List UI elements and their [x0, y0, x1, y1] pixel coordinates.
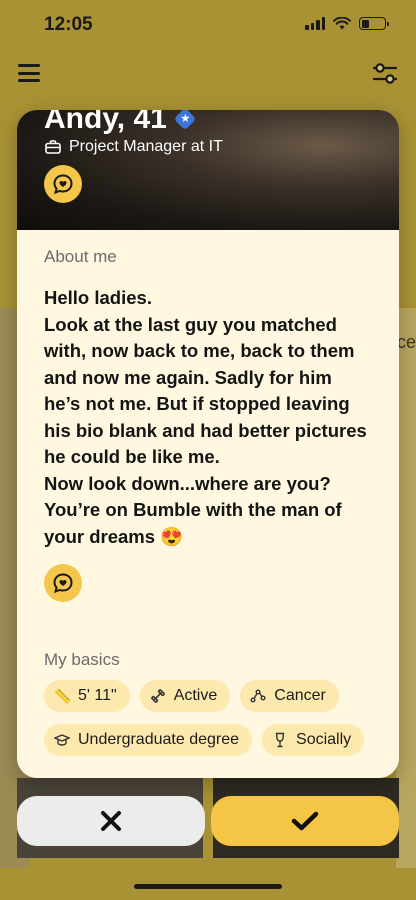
- status-time: 12:05: [44, 14, 93, 35]
- basic-chip-education: Undergraduate degree: [44, 724, 253, 756]
- dumbbell-icon: [150, 689, 165, 703]
- basic-chip-zodiac: Cancer: [240, 680, 339, 712]
- checkmark-icon: [291, 811, 319, 831]
- pass-button[interactable]: [17, 796, 205, 846]
- battery-icon: [359, 17, 389, 30]
- chip-label: 5' 11": [78, 687, 117, 704]
- compliment-bio-button[interactable]: [44, 564, 82, 602]
- compliment-heart-icon: [53, 174, 73, 195]
- ruler-icon: 📏: [54, 687, 72, 704]
- profile-card[interactable]: Andy, 41 ★ Project Manager at IT About m…: [17, 110, 399, 778]
- wine-glass-icon: [275, 732, 285, 748]
- cellular-signal-icon: [305, 17, 325, 30]
- chip-label: Cancer: [274, 687, 326, 704]
- profile-bio: Hello ladies. Look at the last guy you m…: [44, 287, 367, 547]
- profile-photo[interactable]: Andy, 41 ★ Project Manager at IT: [17, 110, 399, 230]
- basics-title: My basics: [44, 650, 120, 669]
- about-section: About me Hello ladies. Look at the last …: [17, 230, 399, 602]
- graduation-cap-icon: [54, 734, 70, 746]
- wifi-icon: [333, 17, 351, 30]
- chip-label: Undergraduate degree: [78, 731, 240, 748]
- briefcase-icon: [45, 140, 61, 154]
- basic-chip-drinking: Socially: [262, 724, 365, 756]
- chip-label: Active: [173, 687, 218, 704]
- verified-badge-icon: ★: [173, 110, 197, 131]
- background-card-right: [396, 308, 416, 868]
- compliment-heart-icon: [53, 573, 73, 594]
- filter-icon[interactable]: [372, 62, 398, 86]
- like-button[interactable]: [211, 796, 399, 846]
- chip-label: Socially: [296, 731, 352, 748]
- profile-job: Project Manager at IT: [69, 138, 223, 155]
- profile-name-age: Andy, 41: [44, 110, 167, 135]
- about-title: About me: [44, 247, 117, 266]
- menu-icon[interactable]: [18, 64, 40, 82]
- basics-section: My basics 📏 5' 11" Active Cancer Undergr…: [44, 650, 384, 756]
- zodiac-icon: [250, 689, 266, 703]
- background-card-text: ce: [396, 332, 416, 352]
- compliment-button[interactable]: [44, 165, 82, 203]
- home-indicator[interactable]: [134, 884, 282, 889]
- close-icon: [101, 811, 121, 831]
- status-bar: 12:05: [0, 0, 416, 52]
- basic-chip-height: 📏 5' 11": [44, 680, 130, 712]
- basic-chip-exercise: Active: [139, 680, 231, 712]
